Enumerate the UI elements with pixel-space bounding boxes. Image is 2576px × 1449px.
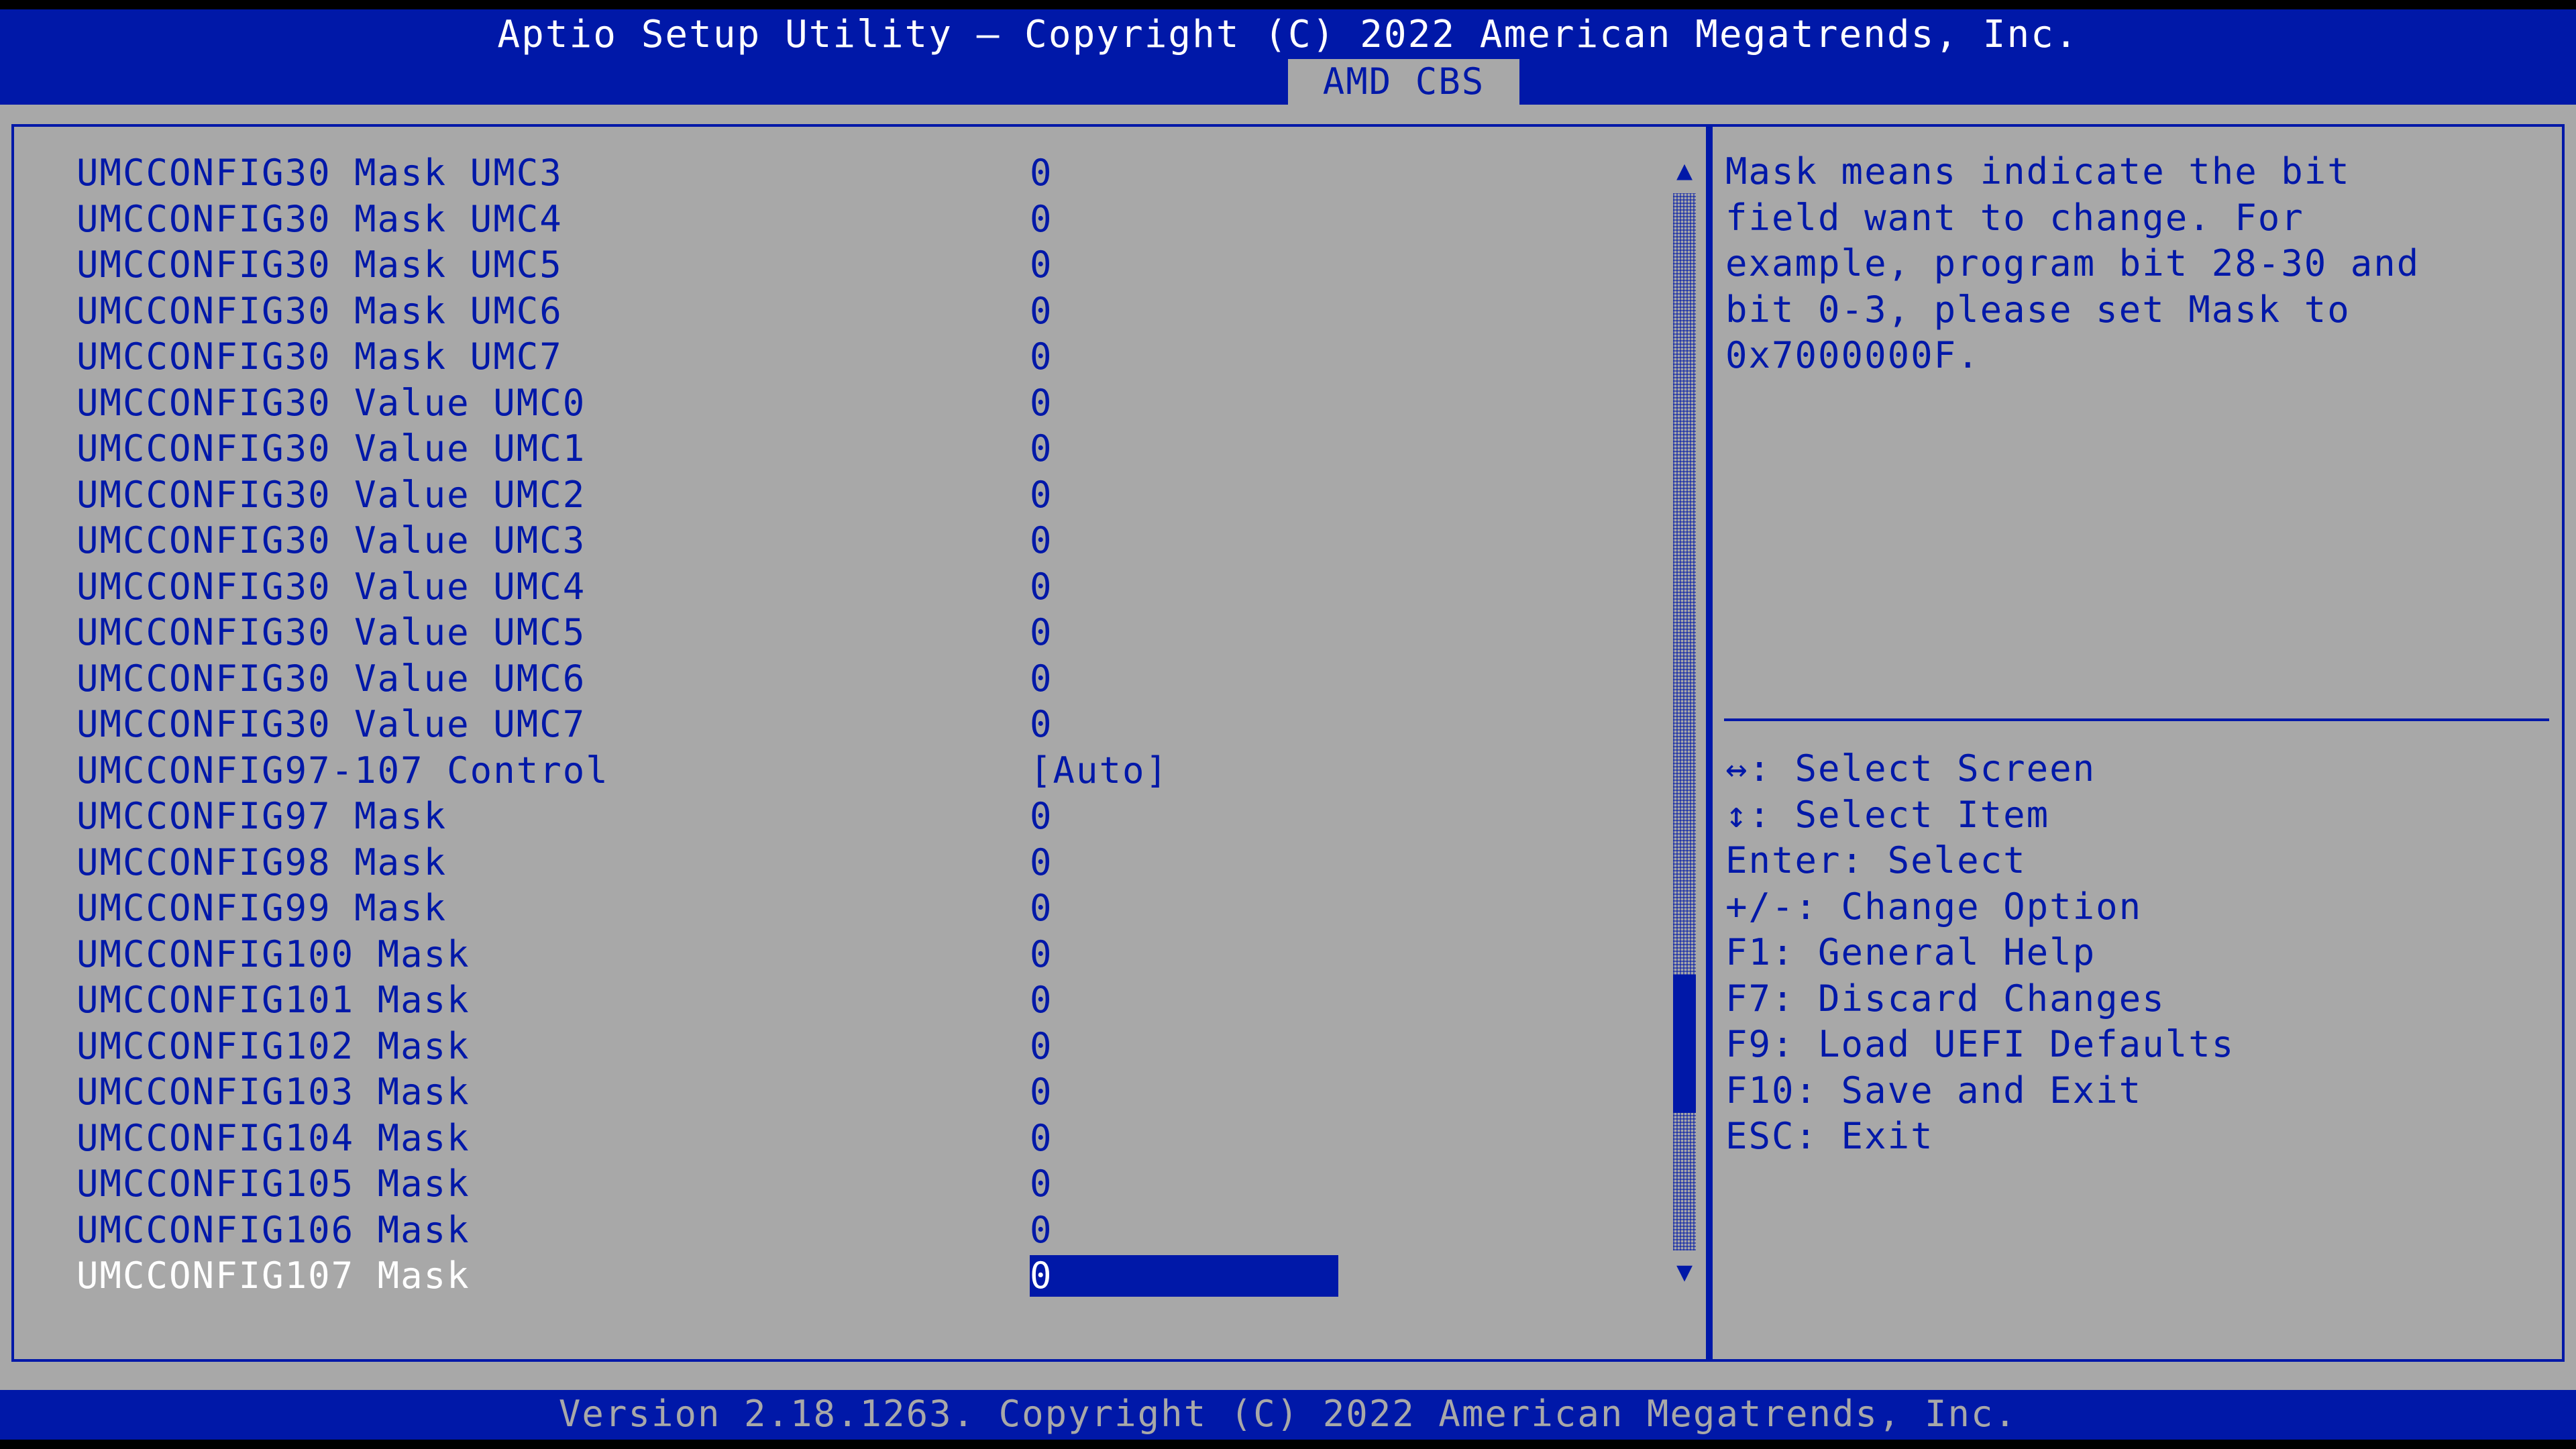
setting-row[interactable]: UMCCONFIG30 Value UMC7 0 xyxy=(0,702,1664,747)
help-line: 0x7000000F. xyxy=(1725,334,1980,376)
setting-label: UMCCONFIG102 Mask xyxy=(76,1024,470,1067)
key-help-line: F9: Load UEFI Defaults xyxy=(1725,1023,2235,1065)
setting-label: UMCCONFIG30 Value UMC0 xyxy=(76,381,586,424)
scroll-down-arrow-icon[interactable]: ▼ xyxy=(1668,1256,1701,1288)
setting-value[interactable]: 0 xyxy=(1030,242,1053,288)
setting-row[interactable]: UMCCONFIG30 Mask UMC4 0 xyxy=(0,197,1664,242)
setting-value[interactable]: 0 xyxy=(1030,426,1053,472)
help-divider xyxy=(1724,718,2549,721)
setting-row[interactable]: UMCCONFIG100 Mask 0 xyxy=(0,932,1664,977)
setting-value[interactable]: 0 xyxy=(1030,1116,1053,1161)
setting-label: UMCCONFIG30 Value UMC6 xyxy=(76,657,586,700)
setting-value[interactable]: 0 xyxy=(1030,794,1053,839)
help-line: Mask means indicate the bit xyxy=(1725,150,2351,193)
utility-title: Aptio Setup Utility – Copyright (C) 2022… xyxy=(497,13,2079,56)
setting-row[interactable]: UMCCONFIG30 Mask UMC7 0 xyxy=(0,334,1664,380)
key-help-line: ESC: Exit xyxy=(1725,1115,1934,1157)
setting-row[interactable]: UMCCONFIG30 Value UMC5 0 xyxy=(0,610,1664,655)
setting-label: UMCCONFIG30 Mask UMC3 xyxy=(76,152,563,194)
key-help-line: F1: General Help xyxy=(1725,931,2096,973)
setting-row[interactable]: UMCCONFIG30 Mask UMC3 0 xyxy=(0,150,1664,196)
setting-value[interactable]: 0 xyxy=(1030,656,1053,702)
setting-label: UMCCONFIG97-107 Control xyxy=(76,749,609,792)
key-help-line: +/-: Change Option xyxy=(1725,885,2143,928)
setting-row[interactable]: UMCCONFIG103 Mask 0 xyxy=(0,1069,1664,1115)
setting-value[interactable]: 0 xyxy=(1030,885,1053,931)
setting-value[interactable]: 0 xyxy=(1030,1024,1053,1069)
setting-label: UMCCONFIG105 Mask xyxy=(76,1163,470,1205)
setting-row[interactable]: UMCCONFIG30 Value UMC0 0 xyxy=(0,380,1664,426)
setting-label: UMCCONFIG30 Mask UMC7 xyxy=(76,335,563,378)
setting-label: UMCCONFIG100 Mask xyxy=(76,932,470,975)
setting-value[interactable]: 0 xyxy=(1030,977,1053,1023)
setting-label: UMCCONFIG30 Value UMC4 xyxy=(76,565,586,608)
setting-row[interactable]: UMCCONFIG30 Value UMC1 0 xyxy=(0,426,1664,472)
setting-row[interactable]: UMCCONFIG30 Value UMC6 0 xyxy=(0,656,1664,702)
item-help-text: Mask means indicate the bit field want to… xyxy=(1725,149,2557,379)
setting-label: UMCCONFIG101 Mask xyxy=(76,979,470,1021)
setting-row[interactable]: UMCCONFIG102 Mask 0 xyxy=(0,1024,1664,1069)
setting-row[interactable]: UMCCONFIG97-107 Control [Auto] xyxy=(0,748,1664,794)
help-line: bit 0-3, please set Mask to xyxy=(1725,288,2351,331)
setting-row[interactable]: UMCCONFIG98 Mask 0 xyxy=(0,840,1664,885)
setting-label: UMCCONFIG30 Mask UMC4 xyxy=(76,197,563,240)
key-help-line: Enter: Select xyxy=(1725,839,2027,881)
setting-label: UMCCONFIG30 Value UMC2 xyxy=(76,473,586,516)
key-help-line: ↔: Select Screen xyxy=(1725,747,2096,790)
version-text: Version 2.18.1263. Copyright (C) 2022 Am… xyxy=(558,1393,2018,1435)
setting-label: UMCCONFIG107 Mask xyxy=(76,1254,470,1297)
help-line: example, program bit 28-30 and xyxy=(1725,242,2420,284)
setting-value[interactable]: 0 xyxy=(1030,1208,1053,1253)
setting-value[interactable]: 0 xyxy=(1030,334,1053,380)
setting-label: UMCCONFIG30 Mask UMC5 xyxy=(76,244,563,286)
setting-label: UMCCONFIG30 Value UMC7 xyxy=(76,703,586,745)
scroll-up-arrow-icon[interactable]: ▲ xyxy=(1668,154,1701,186)
key-help-line: F10: Save and Exit xyxy=(1725,1069,2143,1112)
setting-label: UMCCONFIG104 Mask xyxy=(76,1116,470,1159)
setting-value[interactable]: 0 xyxy=(1030,518,1053,564)
setting-row[interactable]: UMCCONFIG106 Mask 0 xyxy=(0,1208,1664,1253)
setting-row[interactable]: UMCCONFIG30 Mask UMC5 0 xyxy=(0,242,1664,288)
setting-value[interactable]: 0 xyxy=(1030,380,1053,426)
setting-value[interactable]: 0 xyxy=(1030,932,1053,977)
setting-label: UMCCONFIG99 Mask xyxy=(76,887,447,929)
setting-row[interactable]: UMCCONFIG107 Mask 0 xyxy=(0,1253,1664,1299)
setting-row[interactable]: UMCCONFIG99 Mask 0 xyxy=(0,885,1664,931)
setting-label: UMCCONFIG106 Mask xyxy=(76,1208,470,1251)
setting-value[interactable]: 0 xyxy=(1030,610,1053,655)
setting-value[interactable]: 0 xyxy=(1030,1161,1053,1207)
setting-row[interactable]: UMCCONFIG101 Mask 0 xyxy=(0,977,1664,1023)
key-help-line: F7: Discard Changes xyxy=(1725,977,2165,1020)
tab-amd-cbs[interactable]: AMD CBS xyxy=(1288,59,1519,105)
scrollbar-thumb[interactable] xyxy=(1673,975,1696,1113)
setting-label: UMCCONFIG97 Mask xyxy=(76,795,447,837)
setting-value[interactable]: 0 xyxy=(1030,702,1053,747)
setting-row[interactable]: UMCCONFIG104 Mask 0 xyxy=(0,1116,1664,1161)
setting-label: UMCCONFIG30 Mask UMC6 xyxy=(76,289,563,332)
setting-row[interactable]: UMCCONFIG30 Mask UMC6 0 xyxy=(0,288,1664,334)
setting-row[interactable]: UMCCONFIG97 Mask 0 xyxy=(0,794,1664,839)
setting-label: UMCCONFIG30 Value UMC3 xyxy=(76,519,586,561)
setting-row[interactable]: UMCCONFIG30 Value UMC3 0 xyxy=(0,518,1664,564)
setting-label: UMCCONFIG30 Value UMC1 xyxy=(76,427,586,470)
setting-value[interactable]: 0 xyxy=(1030,150,1053,196)
setting-value[interactable]: 0 xyxy=(1030,564,1053,610)
setting-value[interactable]: 0 xyxy=(1030,1069,1053,1115)
setting-label: UMCCONFIG103 Mask xyxy=(76,1071,470,1113)
setting-value[interactable]: [Auto] xyxy=(1030,748,1169,794)
setting-value[interactable]: 0 xyxy=(1030,472,1053,518)
key-help-line: ↕: Select Item xyxy=(1725,793,2050,836)
setting-row[interactable]: UMCCONFIG30 Value UMC2 0 xyxy=(0,472,1664,518)
setting-value[interactable]: 0 xyxy=(1030,288,1053,334)
help-line: field want to change. For xyxy=(1725,196,2304,239)
setting-value[interactable]: 0 xyxy=(1030,1255,1338,1297)
setting-row[interactable]: UMCCONFIG30 Value UMC4 0 xyxy=(0,564,1664,610)
setting-label: UMCCONFIG30 Value UMC5 xyxy=(76,611,586,653)
setting-value[interactable]: 0 xyxy=(1030,197,1053,242)
setting-label: UMCCONFIG98 Mask xyxy=(76,841,447,883)
setting-value[interactable]: 0 xyxy=(1030,840,1053,885)
setting-row[interactable]: UMCCONFIG105 Mask 0 xyxy=(0,1161,1664,1207)
